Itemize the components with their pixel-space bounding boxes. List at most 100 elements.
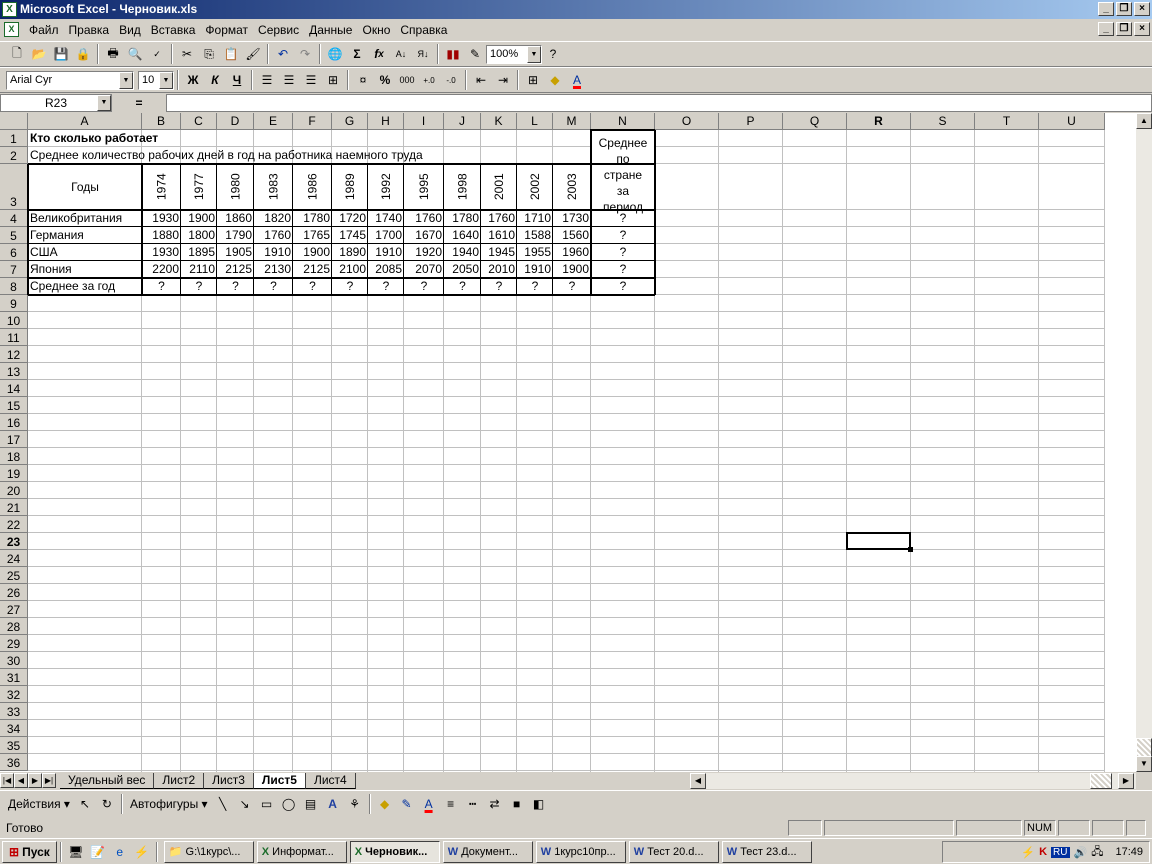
year-average-cell[interactable]: ? <box>332 278 368 295</box>
value-cell[interactable]: 1905 <box>217 244 254 261</box>
column-header[interactable]: J <box>444 113 481 130</box>
year-header[interactable]: 2002 <box>517 164 553 210</box>
sheet-title[interactable]: Кто сколько работает <box>28 130 528 147</box>
shadow-icon[interactable]: ■ <box>506 793 528 815</box>
workbook-icon[interactable]: X <box>4 22 19 37</box>
menu-insert[interactable]: Вставка <box>146 23 201 37</box>
print-preview-icon[interactable]: 🔍 <box>124 43 146 65</box>
drawing-icon[interactable]: ✎ <box>464 43 486 65</box>
column-header[interactable]: N <box>591 113 655 130</box>
thousands-icon[interactable]: 000 <box>396 69 418 91</box>
row-header[interactable]: 26 <box>0 584 28 601</box>
rectangle-icon[interactable]: ▭ <box>256 793 278 815</box>
row-header[interactable]: 23 <box>0 533 28 550</box>
italic-icon[interactable]: К <box>204 69 226 91</box>
value-cell[interactable]: 1560 <box>553 227 591 244</box>
taskbar-item[interactable]: 📁 G:\1курс\... <box>163 840 254 863</box>
row-header[interactable]: 19 <box>0 465 28 482</box>
zoom-select[interactable]: 100% ▼ <box>486 44 542 64</box>
column-header[interactable]: F <box>293 113 332 130</box>
column-header[interactable]: K <box>481 113 517 130</box>
column-header[interactable]: G <box>332 113 368 130</box>
internet-explorer-icon[interactable]: e <box>109 841 131 863</box>
scroll-right-icon[interactable]: ▶ <box>1118 773 1134 789</box>
value-cell[interactable]: 1910 <box>517 261 553 278</box>
scroll-left-icon[interactable]: ◀ <box>690 773 706 789</box>
autoshapes-menu[interactable]: Автофигуры ▾ <box>126 793 212 815</box>
year-header[interactable]: 1980 <box>217 164 254 210</box>
row-header[interactable]: 29 <box>0 635 28 652</box>
last-sheet-icon[interactable]: ▶| <box>42 773 56 788</box>
hscroll-thumb[interactable] <box>1090 773 1112 789</box>
merge-center-icon[interactable]: ⊞ <box>322 69 344 91</box>
column-header[interactable]: M <box>553 113 591 130</box>
year-average-cell[interactable]: ? <box>517 278 553 295</box>
year-average-cell[interactable]: ? <box>217 278 254 295</box>
value-cell[interactable]: 1900 <box>181 210 217 227</box>
column-header[interactable]: C <box>181 113 217 130</box>
column-header[interactable]: P <box>719 113 783 130</box>
select-all-corner[interactable] <box>0 113 28 130</box>
row-header[interactable]: 14 <box>0 380 28 397</box>
increase-indent-icon[interactable]: ⇥ <box>492 69 514 91</box>
font-name-select[interactable]: Arial Cyr ▼ <box>6 70 134 90</box>
value-cell[interactable]: 1945 <box>481 244 517 261</box>
column-header[interactable]: T <box>975 113 1039 130</box>
value-cell[interactable]: 1940 <box>444 244 481 261</box>
quicklaunch-icon[interactable]: 📝 <box>87 841 109 863</box>
save-icon[interactable]: 💾 <box>50 43 72 65</box>
year-average-cell[interactable]: ? <box>444 278 481 295</box>
spelling-icon[interactable]: ✓ <box>146 43 168 65</box>
font-size-select[interactable]: 10 ▼ <box>138 70 174 90</box>
value-cell[interactable]: 1900 <box>553 261 591 278</box>
wordart-icon[interactable]: A <box>322 793 344 815</box>
year-header[interactable]: 1974 <box>142 164 181 210</box>
rotate-icon[interactable]: ↻ <box>96 793 118 815</box>
column-header[interactable]: E <box>254 113 293 130</box>
country-average-cell[interactable]: ? <box>591 210 655 227</box>
row-header[interactable]: 9 <box>0 295 28 312</box>
row-header[interactable]: 2 <box>0 147 28 164</box>
menu-tools[interactable]: Сервис <box>253 23 304 37</box>
value-cell[interactable]: 1588 <box>517 227 553 244</box>
value-cell[interactable]: 1745 <box>332 227 368 244</box>
row-header[interactable]: 5 <box>0 227 28 244</box>
value-cell[interactable]: 1800 <box>181 227 217 244</box>
align-center-icon[interactable]: ☰ <box>278 69 300 91</box>
year-header[interactable]: 1995 <box>404 164 444 210</box>
country-average-cell[interactable]: ? <box>591 244 655 261</box>
doc-minimize-button[interactable]: _ <box>1098 22 1114 36</box>
year-header[interactable]: 1977 <box>181 164 217 210</box>
copy-icon[interactable]: ⎘ <box>198 43 220 65</box>
value-cell[interactable]: 2070 <box>404 261 444 278</box>
value-cell[interactable]: 1890 <box>332 244 368 261</box>
value-cell[interactable]: 1765 <box>293 227 332 244</box>
horizontal-scrollbar[interactable]: ◀ ▶ <box>690 773 1136 789</box>
average-by-country-header[interactable]: Среднее по стране за период <box>591 133 655 214</box>
worksheet-grid[interactable]: A B C D E F G H I J K L M N O P Q R S T U 1 2 3 4 5 6 7 8 9 10 11 12 13 14… <box>0 113 1136 772</box>
restore-button[interactable]: ❐ <box>1116 2 1132 16</box>
row-header[interactable]: 24 <box>0 550 28 567</box>
decrease-indent-icon[interactable]: ⇤ <box>470 69 492 91</box>
row-header[interactable]: 20 <box>0 482 28 499</box>
borders-icon[interactable]: ⊞ <box>522 69 544 91</box>
row-header[interactable]: 34 <box>0 720 28 737</box>
value-cell[interactable]: 1610 <box>481 227 517 244</box>
value-cell[interactable]: 1740 <box>368 210 404 227</box>
sort-descending-icon[interactable]: Я↓ <box>412 43 434 65</box>
doc-restore-button[interactable]: ❐ <box>1116 22 1132 36</box>
first-sheet-icon[interactable]: |◀ <box>0 773 14 788</box>
scroll-up-icon[interactable]: ▲ <box>1136 113 1152 129</box>
open-icon[interactable]: 📂 <box>28 43 50 65</box>
value-cell[interactable]: 1910 <box>368 244 404 261</box>
value-cell[interactable]: 2085 <box>368 261 404 278</box>
sheet-tab[interactable]: Удельный вес <box>60 772 155 789</box>
sheet-tab[interactable]: Лист4 <box>305 772 356 789</box>
column-header[interactable]: H <box>368 113 404 130</box>
row-header[interactable]: 35 <box>0 737 28 754</box>
row-header[interactable]: 15 <box>0 397 28 414</box>
arrow-icon[interactable]: ↘ <box>234 793 256 815</box>
bold-icon[interactable]: Ж <box>182 69 204 91</box>
menu-edit[interactable]: Правка <box>64 23 115 37</box>
taskbar-item[interactable]: X Информат... <box>256 840 347 863</box>
